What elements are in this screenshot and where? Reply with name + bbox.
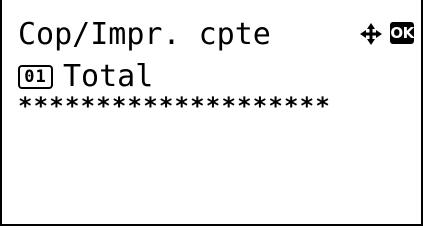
item-number-badge: 01 [18,65,53,89]
ok-icon[interactable]: OK [390,22,414,44]
masked-entry-field[interactable]: ******************** [18,94,331,118]
lcd-panel: Cop/Impr. cpte OK 01 Total *************… [0,0,423,226]
item-label: Total [63,59,154,94]
screen-title: Cop/Impr. cpte [18,17,271,52]
menu-item[interactable]: 01 Total [18,60,153,94]
four-way-arrow-icon [360,23,382,45]
